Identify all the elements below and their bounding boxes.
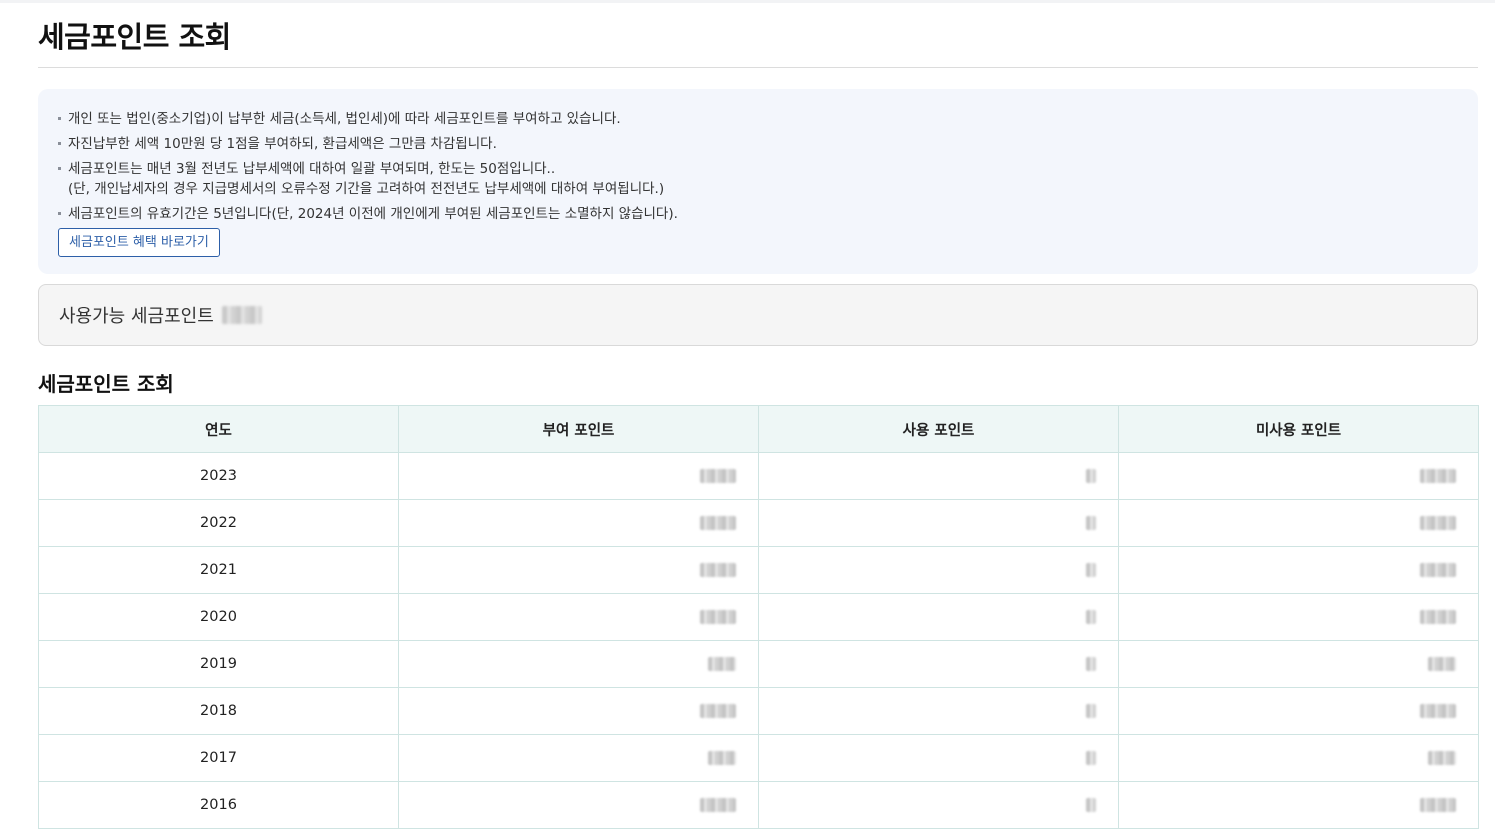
header-year: 연도 bbox=[38, 405, 399, 453]
table-row: 2019 bbox=[38, 640, 1479, 688]
table-row: 2018 bbox=[38, 687, 1479, 735]
table-row: 2022 bbox=[38, 499, 1479, 547]
notice-box: 개인 또는 법인(중소기업)이 납부한 세금(소득세, 법인세)에 따라 세금포… bbox=[38, 89, 1478, 274]
used-cell bbox=[758, 499, 1119, 547]
granted-cell bbox=[398, 499, 759, 547]
granted-cell bbox=[398, 593, 759, 641]
unused-cell bbox=[1118, 687, 1479, 735]
section-title: 세금포인트 조회 bbox=[38, 372, 174, 396]
unused-cell bbox=[1118, 593, 1479, 641]
year-cell: 2021 bbox=[38, 546, 399, 594]
granted-cell bbox=[398, 546, 759, 594]
used-cell bbox=[758, 734, 1119, 782]
tax-point-table: 연도 부여 포인트 사용 포인트 미사용 포인트 2023 2022 2021 … bbox=[38, 405, 1479, 829]
used-cell bbox=[758, 593, 1119, 641]
table-row: 2020 bbox=[38, 593, 1479, 641]
unused-cell bbox=[1118, 499, 1479, 547]
year-cell: 2016 bbox=[38, 781, 399, 829]
used-cell bbox=[758, 546, 1119, 594]
notice-list: 개인 또는 법인(중소기업)이 납부한 세금(소득세, 법인세)에 따라 세금포… bbox=[58, 109, 1458, 224]
title-divider bbox=[38, 67, 1478, 68]
granted-cell bbox=[398, 687, 759, 735]
table-row: 2021 bbox=[38, 546, 1479, 594]
year-cell: 2018 bbox=[38, 687, 399, 735]
used-cell bbox=[758, 687, 1119, 735]
unused-cell bbox=[1118, 452, 1479, 500]
notice-item: 개인 또는 법인(중소기업)이 납부한 세금(소득세, 법인세)에 따라 세금포… bbox=[58, 109, 1458, 129]
header-granted-points: 부여 포인트 bbox=[398, 405, 759, 453]
notice-item: 자진납부한 세액 10만원 당 1점을 부여하되, 환급세액은 그만큼 차감됩니… bbox=[58, 134, 1458, 154]
tax-point-benefit-button[interactable]: 세금포인트 혜택 바로가기 bbox=[58, 228, 220, 257]
header-used-points: 사용 포인트 bbox=[758, 405, 1119, 453]
notice-item: 세금포인트의 유효기간은 5년입니다(단, 2024년 이전에 개인에게 부여된… bbox=[58, 204, 1458, 224]
unused-cell bbox=[1118, 640, 1479, 688]
unused-cell bbox=[1118, 781, 1479, 829]
granted-cell bbox=[398, 640, 759, 688]
granted-cell bbox=[398, 734, 759, 782]
unused-cell bbox=[1118, 546, 1479, 594]
used-cell bbox=[758, 452, 1119, 500]
used-cell bbox=[758, 781, 1119, 829]
table-row: 2017 bbox=[38, 734, 1479, 782]
available-points-box: 사용가능 세금포인트 bbox=[38, 284, 1478, 346]
used-cell bbox=[758, 640, 1119, 688]
year-cell: 2019 bbox=[38, 640, 399, 688]
unused-cell bbox=[1118, 734, 1479, 782]
year-cell: 2023 bbox=[38, 452, 399, 500]
granted-cell bbox=[398, 781, 759, 829]
notice-item: 세금포인트는 매년 3월 전년도 납부세액에 대하여 일괄 부여되며, 한도는 … bbox=[58, 159, 1458, 199]
year-cell: 2022 bbox=[38, 499, 399, 547]
header-unused-points: 미사용 포인트 bbox=[1118, 405, 1479, 453]
page-title: 세금포인트 조회 bbox=[38, 20, 231, 54]
top-border bbox=[0, 0, 1495, 3]
year-cell: 2020 bbox=[38, 593, 399, 641]
table-row: 2016 bbox=[38, 781, 1479, 829]
available-points-value-redacted bbox=[221, 306, 262, 324]
available-points-label: 사용가능 세금포인트 bbox=[59, 306, 214, 327]
year-cell: 2017 bbox=[38, 734, 399, 782]
table-header-row: 연도 부여 포인트 사용 포인트 미사용 포인트 bbox=[38, 405, 1479, 453]
granted-cell bbox=[398, 452, 759, 500]
table-row: 2023 bbox=[38, 452, 1479, 500]
